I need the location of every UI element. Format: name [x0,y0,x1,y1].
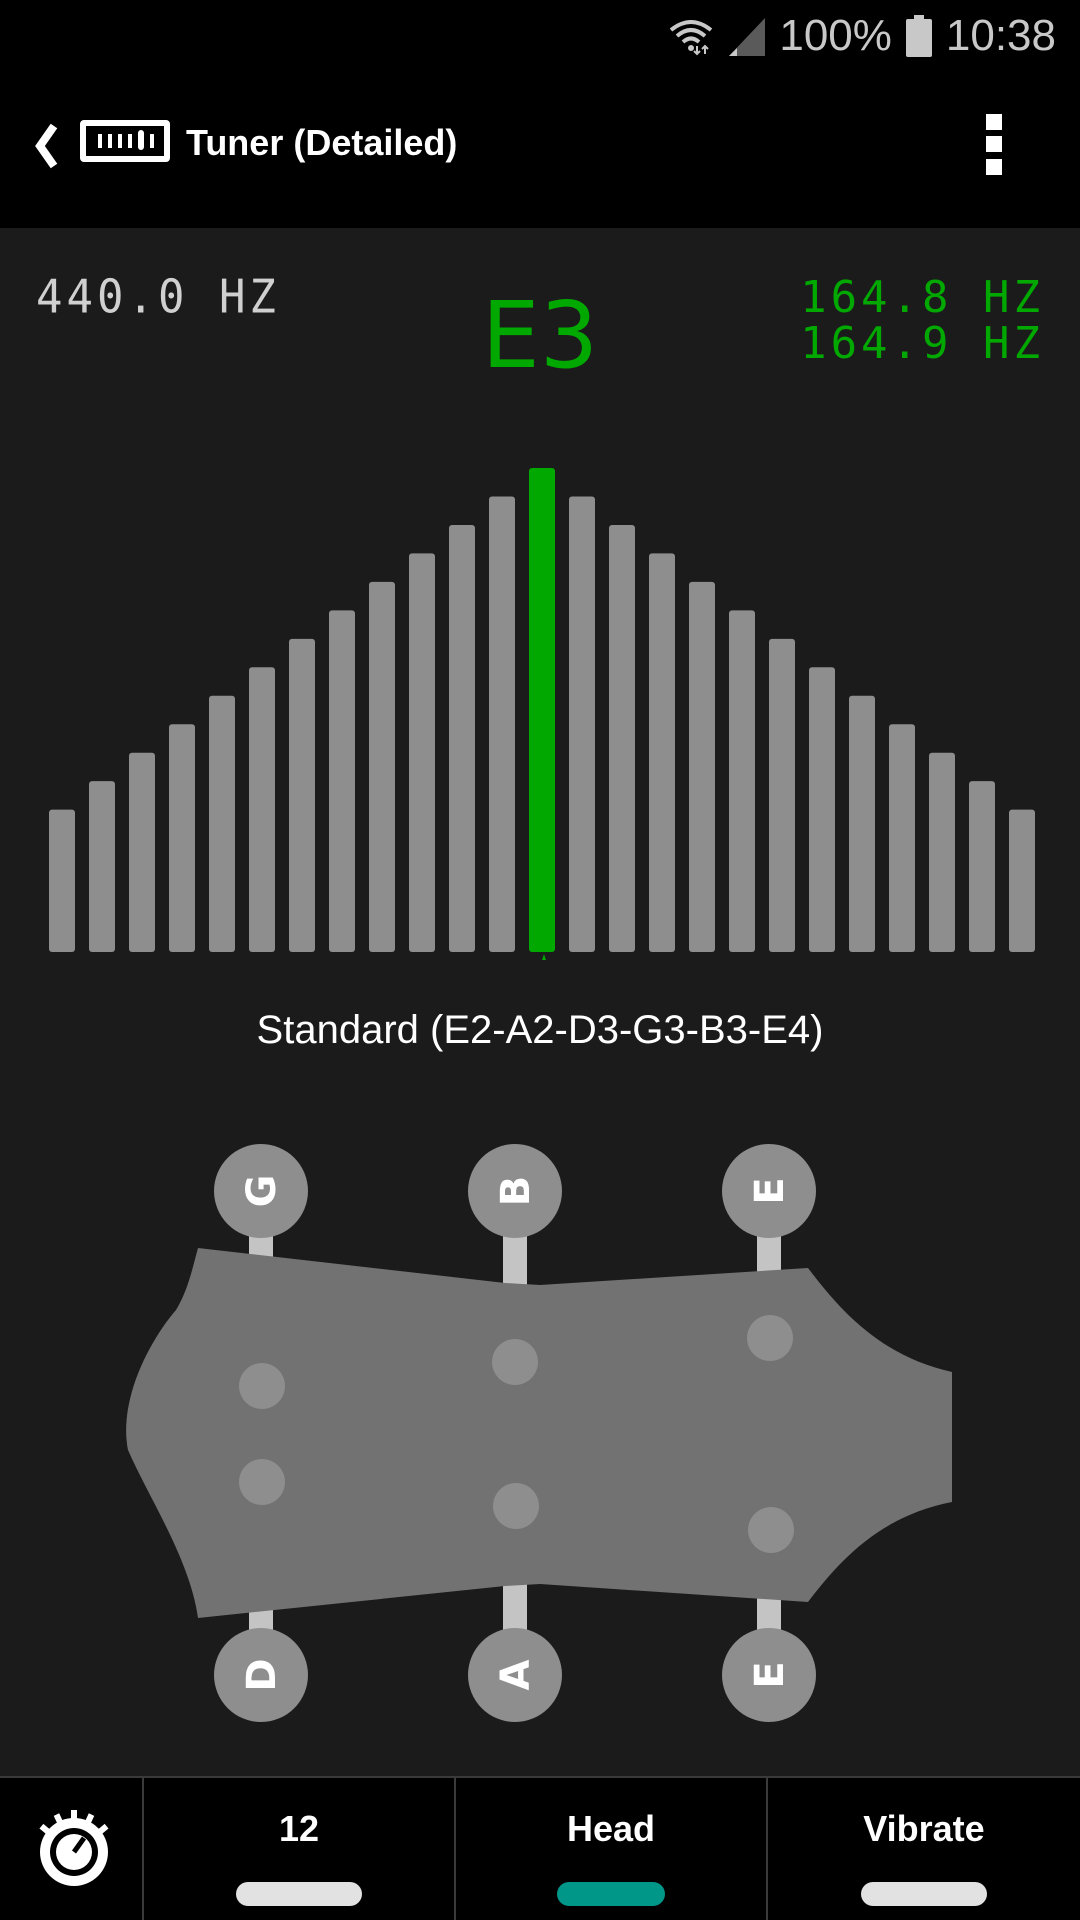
pitch-indicator-icon [542,954,546,960]
toolbar-item-12[interactable]: 12 [144,1778,456,1920]
meter-bar [129,752,155,952]
cell-signal-icon [729,18,766,56]
meter-bar [409,553,435,952]
overflow-menu-button[interactable] [986,114,1004,176]
back-button[interactable] [28,118,68,174]
meter-bar [969,781,995,952]
meter-bar [569,496,595,952]
target-frequency: 164.8 HZ [800,272,1044,323]
meter-bar [609,524,635,952]
toolbar-label: 12 [278,1808,320,1849]
meter-bar [49,809,75,952]
toolbar-label: Head [566,1808,656,1849]
tuning-peg-E4[interactable]: E [722,1144,816,1238]
metronome-button[interactable] [0,1778,144,1920]
tuning-peg-A2[interactable]: A [468,1628,562,1722]
metronome-dial-icon [39,1810,109,1886]
headstock-body [126,1248,952,1618]
meter-bar [489,496,515,952]
meter-bar [169,724,195,952]
toolbar-item-head[interactable]: Head [456,1778,768,1920]
app-bar: Tuner (Detailed) [0,72,1080,228]
peg-label: E [747,1177,793,1204]
cent-meter-chart [49,468,1035,960]
peg-label: G [239,1175,285,1208]
status-bar: 100% 10:38 [0,0,1080,72]
meter-bar [729,610,755,952]
meter-bar [89,781,115,952]
overflow-menu-icon [986,114,1002,130]
toolbar-item-vibrate[interactable]: Vibrate [768,1778,1080,1920]
tuning-peg-D3[interactable]: D [214,1628,308,1722]
meter-bar [889,724,915,952]
toolbar-label: Vibrate [863,1808,985,1849]
meter-bar [689,581,715,952]
meter-bar [369,581,395,952]
tuner-icon [80,120,170,162]
battery-percent: 100% [779,11,892,60]
meter-bar [649,553,675,952]
bottom-toolbar: 12 Head Vibrate [0,1776,1080,1920]
guitar-headstock: G B E D A E [126,1144,952,1722]
measured-frequency: 164.9 HZ [800,318,1044,369]
meter-bar [809,667,835,952]
tuning-selector[interactable]: Standard (E2-A2-D3-G3-B3-E4) [0,1008,1080,1053]
meter-bar [1009,809,1035,952]
tuning-peg-G3[interactable]: G [214,1144,308,1238]
tuning-peg-B3[interactable]: B [468,1144,562,1238]
battery-icon [905,15,932,57]
status-icons: 100% 10:38 [667,8,1056,64]
meter-bar-center [529,468,555,952]
wifi-data-icon [670,20,713,56]
meter-bar [289,638,315,952]
peg-label: D [239,1658,285,1691]
clock: 10:38 [945,11,1056,60]
peg-label: A [493,1659,539,1690]
meter-bar [849,695,875,952]
meter-bar [249,667,275,952]
meter-bar [769,638,795,952]
toggle-switch[interactable] [861,1882,987,1906]
meter-bar [929,752,955,952]
toggle-switch[interactable] [236,1882,362,1906]
meter-bar [449,524,475,952]
meter-bar [209,695,235,952]
peg-label: E [747,1661,793,1688]
meter-bar [329,610,355,952]
page-title: Tuner (Detailed) [186,122,458,163]
tuning-peg-E2[interactable]: E [722,1628,816,1722]
peg-label: B [493,1176,539,1207]
toggle-switch[interactable] [557,1882,665,1906]
